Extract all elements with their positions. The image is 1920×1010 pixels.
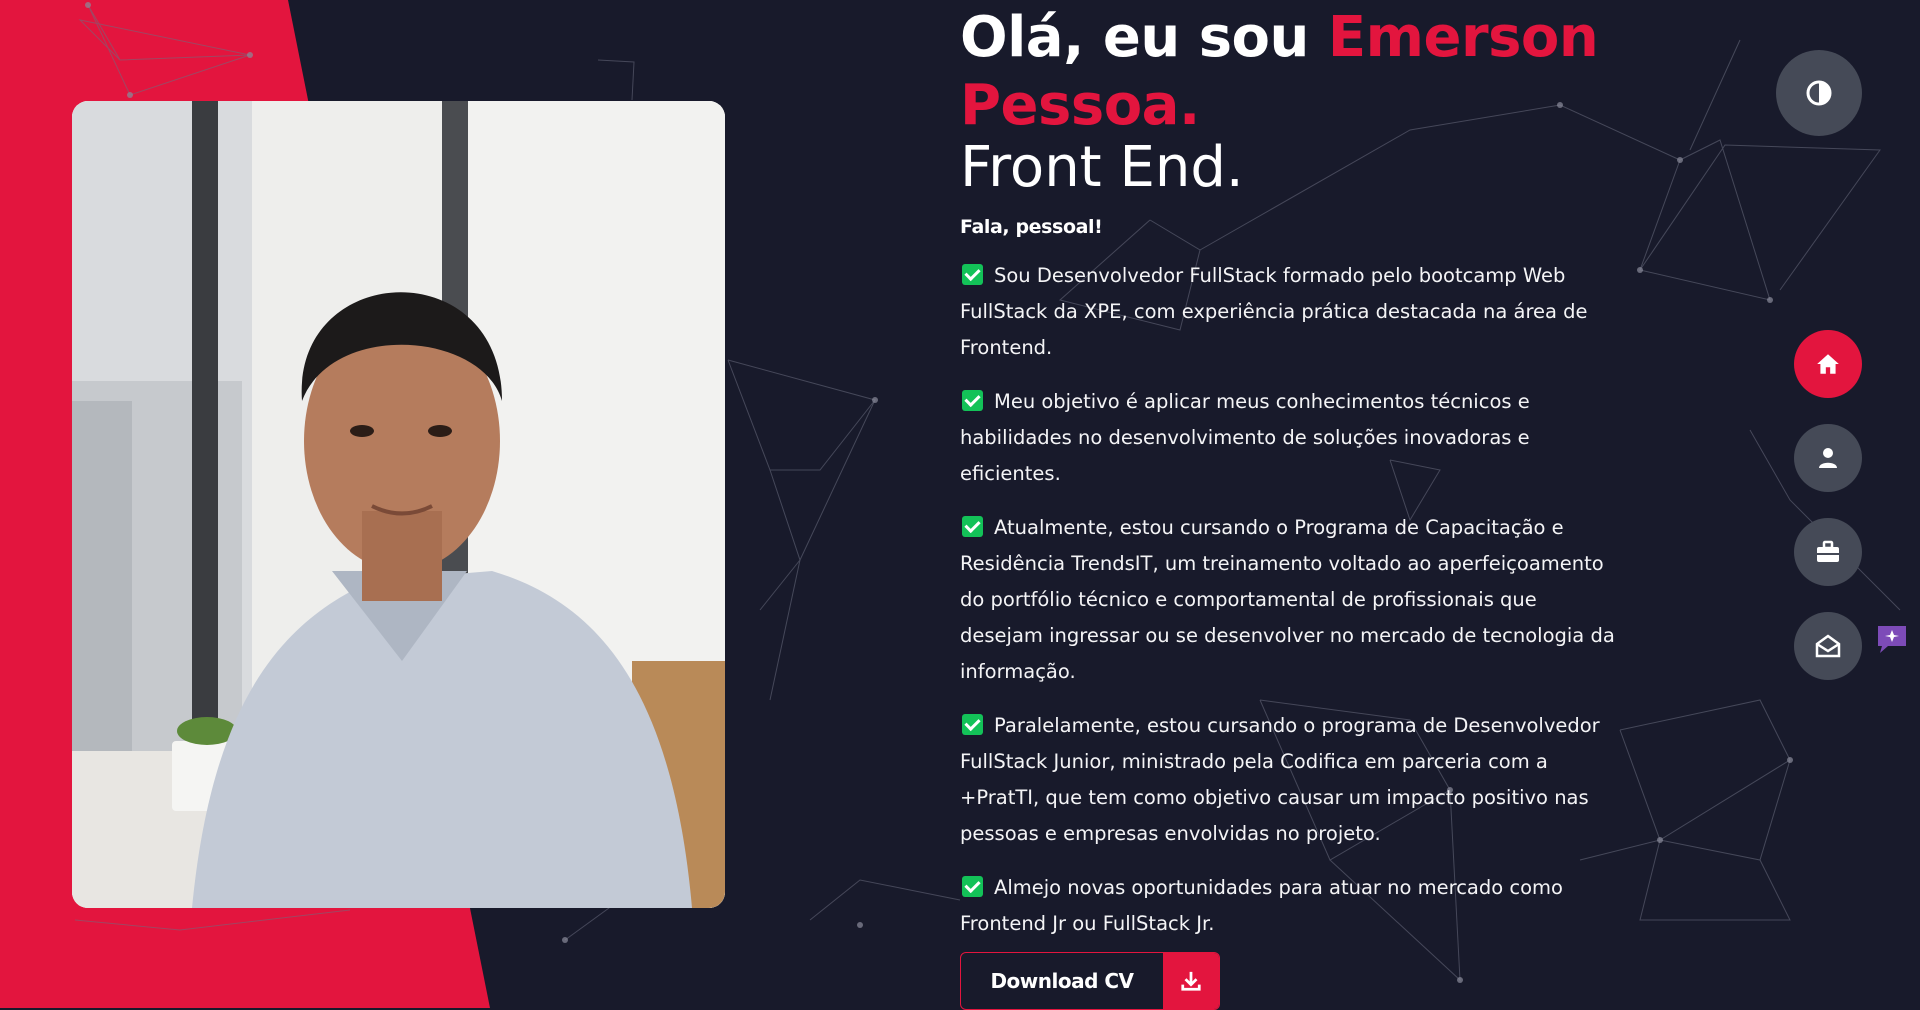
role-title: Front End. [960, 135, 1244, 200]
theme-toggle-button[interactable] [1776, 50, 1862, 136]
envelope-open-icon [1815, 634, 1841, 658]
check-icon [962, 714, 983, 735]
bio-text: Sou Desenvolvedor FullStack formado pelo… [960, 264, 1588, 359]
bio-text: Atualmente, estou cursando o Programa de… [960, 516, 1615, 683]
download-cv-button[interactable]: Download CV [960, 952, 1220, 1010]
nav-home-button[interactable] [1794, 330, 1862, 398]
contrast-icon [1806, 80, 1832, 106]
bio-text: Almejo novas oportunidades para atuar no… [960, 876, 1563, 935]
chat-widget-button[interactable] [1876, 624, 1908, 654]
check-icon [962, 390, 983, 411]
chat-sparkle-icon [1878, 626, 1906, 653]
download-icon [1163, 953, 1219, 1009]
user-icon [1819, 448, 1837, 468]
bio-list: Sou Desenvolvedor FullStack formado pelo… [960, 258, 1620, 960]
download-cv-label: Download CV [990, 969, 1134, 993]
intro-greeting: Fala, pessoal! [960, 216, 1103, 238]
check-icon [962, 876, 983, 897]
profile-photo [72, 101, 725, 908]
bio-text: Meu objetivo é aplicar meus conhecimento… [960, 390, 1530, 485]
bio-item: Atualmente, estou cursando o Programa de… [960, 510, 1620, 690]
bio-text: Paralelamente, estou cursando o programa… [960, 714, 1600, 845]
greeting-prefix: Olá, eu sou [960, 5, 1309, 70]
name-first: Emerson [1327, 5, 1599, 70]
bio-item: Almejo novas oportunidades para atuar no… [960, 870, 1620, 942]
nav-contact-button[interactable] [1794, 612, 1862, 680]
briefcase-icon [1817, 540, 1839, 562]
nav-portfolio-button[interactable] [1794, 518, 1862, 586]
bio-item: Paralelamente, estou cursando o programa… [960, 708, 1620, 852]
nav-about-button[interactable] [1794, 424, 1862, 492]
bio-item: Meu objetivo é aplicar meus conhecimento… [960, 384, 1620, 492]
hero-title: Olá, eu sou Emerson Pessoa. [960, 4, 1660, 140]
portrait-illustration [72, 101, 725, 908]
check-icon [962, 516, 983, 537]
bio-item: Sou Desenvolvedor FullStack formado pelo… [960, 258, 1620, 366]
name-last: Pessoa. [960, 73, 1200, 138]
home-icon [1817, 354, 1839, 374]
check-icon [962, 264, 983, 285]
